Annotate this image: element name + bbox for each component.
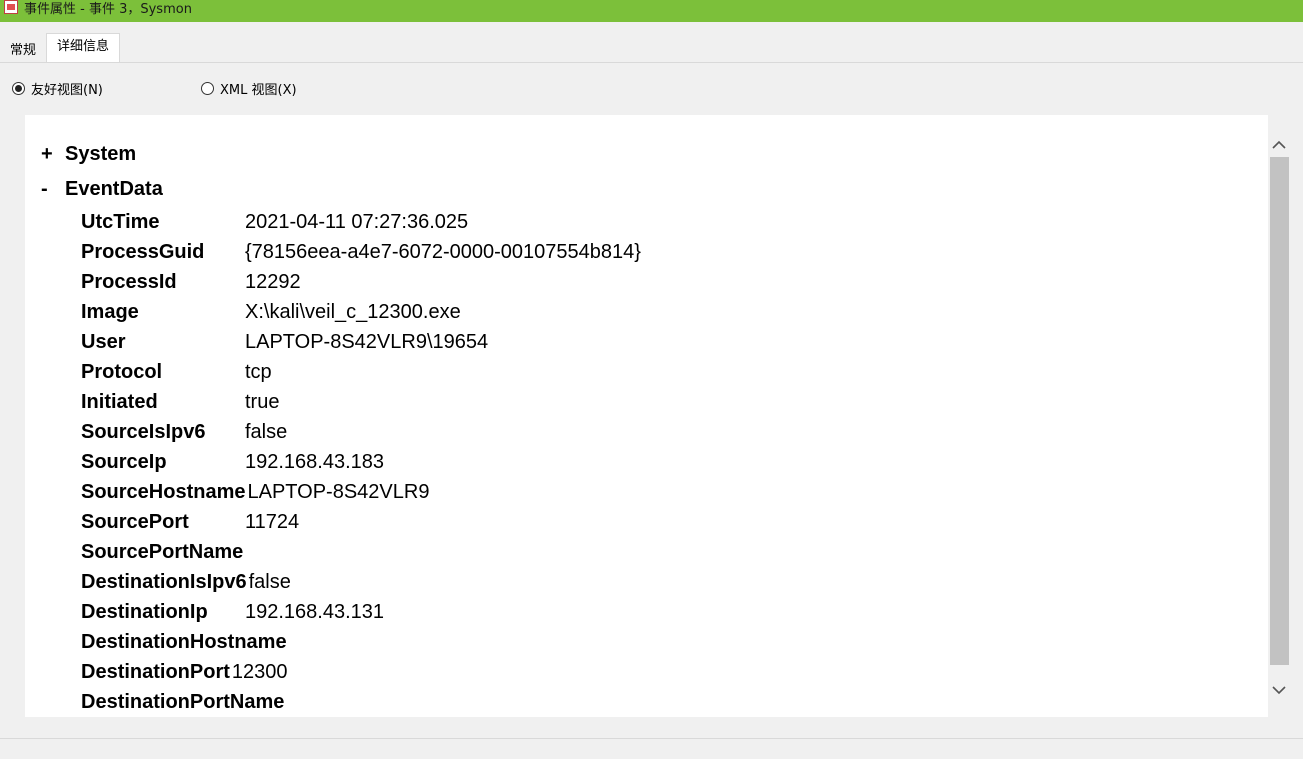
field-key: DestinationIsIpv6: [81, 570, 247, 593]
field-value: tcp: [245, 360, 272, 383]
field-value: X:\kali\veil_c_12300.exe: [245, 300, 461, 323]
field-row: SourcePortName: [81, 537, 641, 567]
field-row: SourceHostname LAPTOP-8S42VLR9: [81, 477, 641, 507]
field-key: ProcessId: [81, 270, 177, 293]
event-details-pane: + System - EventData UtcTime 2021-04-11 0…: [25, 115, 1268, 717]
details-tree: + System - EventData UtcTime 2021-04-11 0…: [41, 137, 641, 717]
tree-node-system[interactable]: + System: [41, 137, 641, 172]
field-key: SourceIsIpv6: [81, 420, 206, 443]
field-row: ProcessId 12292: [81, 267, 641, 297]
field-key: SourceHostname: [81, 480, 246, 503]
field-row: Initiated true: [81, 387, 641, 417]
field-key: DestinationPort: [81, 660, 230, 683]
friendly-view-option[interactable]: 友好视图(N): [12, 79, 103, 98]
field-key: Protocol: [81, 360, 163, 383]
field-row: UtcTime 2021-04-11 07:27:36.025: [81, 207, 641, 237]
field-value: 192.168.43.131: [245, 600, 385, 623]
tab-divider: [0, 62, 1303, 63]
field-row: DestinationIsIpv6 false: [81, 567, 641, 597]
vertical-scrollbar[interactable]: [1268, 115, 1290, 717]
title-bar: 事件属性 - 事件 3，Sysmon: [0, 0, 1303, 22]
xml-view-label: XML 视图(X): [220, 83, 297, 98]
field-key: SourcePort: [81, 510, 189, 533]
tab-details[interactable]: 详细信息: [46, 33, 121, 63]
tab-strip: 常规 详细信息: [0, 33, 1303, 63]
field-row: DestinationPort 12300: [81, 657, 641, 687]
event-viewer-icon: [4, 0, 18, 14]
field-row: DestinationIp 192.168.43.131: [81, 597, 641, 627]
field-value: LAPTOP-8S42VLR9\19654: [245, 330, 489, 353]
field-value: true: [245, 390, 280, 413]
field-key: DestinationPortName: [81, 690, 285, 713]
eventdata-fields: UtcTime 2021-04-11 07:27:36.025 ProcessGu…: [81, 207, 641, 717]
field-key: User: [81, 330, 126, 353]
field-key: Initiated: [81, 390, 158, 413]
field-row: Image X:\kali\veil_c_12300.exe: [81, 297, 641, 327]
field-key: ProcessGuid: [81, 240, 205, 263]
field-value: false: [248, 570, 291, 593]
xml-view-option[interactable]: XML 视图(X): [201, 79, 297, 98]
friendly-view-radio[interactable]: [12, 82, 25, 95]
collapse-icon[interactable]: -: [41, 178, 65, 201]
panel-bottom-border: [0, 738, 1303, 739]
field-value: 2021-04-11 07:27:36.025: [245, 210, 469, 233]
field-value: LAPTOP-8S42VLR9: [247, 480, 430, 503]
friendly-view-label: 友好视图(N): [31, 83, 103, 98]
field-value: 12300: [231, 660, 288, 683]
field-key: UtcTime: [81, 210, 160, 233]
field-key: SourceIp: [81, 450, 167, 473]
window-title: 事件属性 - 事件 3，Sysmon: [24, 1, 192, 17]
scroll-down-icon[interactable]: [1268, 670, 1290, 710]
tree-node-label: EventData: [65, 178, 163, 200]
field-row: ProcessGuid {78156eea-a4e7-6072-0000-0010…: [81, 237, 641, 267]
scroll-thumb[interactable]: [1270, 157, 1289, 665]
tab-general[interactable]: 常规: [0, 37, 46, 63]
tree-node-label: System: [65, 143, 137, 165]
xml-view-radio[interactable]: [201, 82, 214, 95]
field-row: DestinationPortName: [81, 687, 641, 717]
field-value: {78156eea-a4e7-6072-0000-00107554b814}: [245, 240, 641, 263]
field-row: User LAPTOP-8S42VLR9\19654: [81, 327, 641, 357]
field-row: DestinationHostname: [81, 627, 641, 657]
expand-icon[interactable]: +: [41, 143, 65, 166]
field-value: 192.168.43.183: [245, 450, 385, 473]
tree-node-eventdata[interactable]: - EventData: [41, 172, 641, 207]
field-key: DestinationIp: [81, 600, 208, 623]
field-key: Image: [81, 300, 139, 323]
field-key: DestinationHostname: [81, 630, 287, 653]
field-value: false: [245, 420, 288, 443]
field-value: 12292: [245, 270, 301, 293]
field-row: SourceIsIpv6 false: [81, 417, 641, 447]
field-key: SourcePortName: [81, 540, 244, 563]
field-row: SourceIp 192.168.43.183: [81, 447, 641, 477]
field-row: SourcePort 11724: [81, 507, 641, 537]
field-value: 11724: [245, 510, 300, 533]
field-row: Protocol tcp: [81, 357, 641, 387]
